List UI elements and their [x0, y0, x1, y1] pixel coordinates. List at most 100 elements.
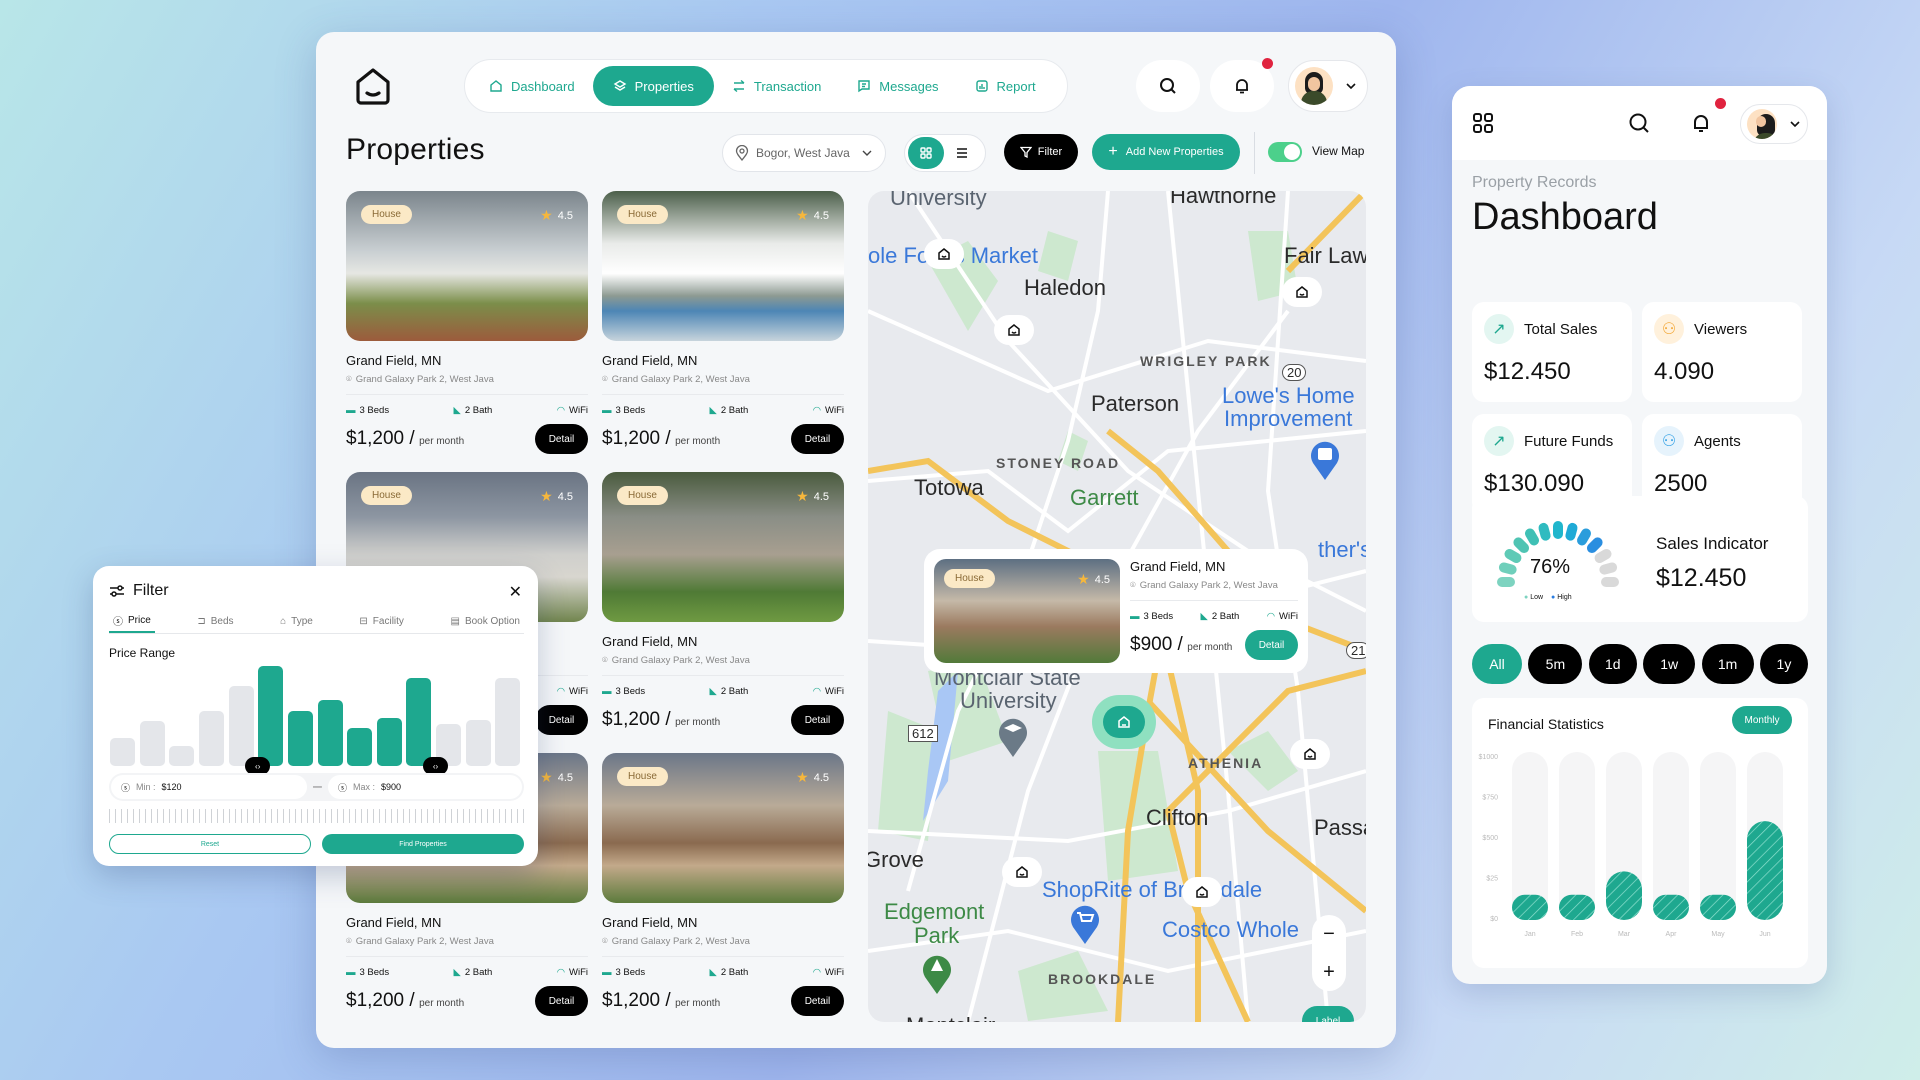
property-pin[interactable] [1282, 277, 1322, 307]
min-price-input[interactable]: ⓢ Min : $120 [111, 775, 307, 799]
nav-label: Transaction [753, 78, 822, 94]
star-icon: ★ [796, 769, 809, 785]
nav-properties[interactable]: Properties [592, 66, 714, 106]
monthly-toggle[interactable]: Monthly [1732, 706, 1792, 734]
search-button[interactable] [1136, 60, 1200, 112]
beds-text: 3 Beds [615, 686, 646, 697]
trend-icon: ↗ [1484, 426, 1514, 456]
dashboard-subtitle: Property Records [1472, 174, 1597, 191]
star-icon: ★ [540, 207, 553, 223]
bar-track [1700, 752, 1736, 920]
property-name: Grand Field, MN [602, 353, 698, 368]
detail-button[interactable]: Detail [1245, 630, 1298, 660]
bed-icon: ▬ [346, 967, 356, 978]
star-icon: ★ [796, 207, 809, 223]
sliders-icon [110, 585, 124, 597]
property-card[interactable]: House ★ 4.5 Grand Field, MN ⌾Grand Galaxy… [346, 191, 588, 461]
financial-chart: $0 $25 $500 $750 $1000 Jan Feb Mar Apr May Jun [1479, 752, 1783, 938]
detail-button[interactable]: Detail [535, 424, 588, 454]
map[interactable]: University Hawthorne ole Foods Market Fa… [868, 191, 1366, 1022]
tab-label: Facility [372, 616, 404, 627]
max-price-input[interactable]: ⓢ Max : $900 [328, 775, 522, 799]
map-property-popup[interactable]: House ★ 4.5 Grand Field, MN ⌾ Grand Galaxy… [924, 549, 1308, 673]
home-icon [490, 80, 502, 92]
list-icon [957, 148, 967, 158]
grid-view-button[interactable] [908, 137, 944, 169]
location-select[interactable]: Bogor, West Java [722, 134, 886, 172]
period-1m[interactable]: 1m [1701, 644, 1754, 684]
bed-icon: ▬ [602, 686, 612, 697]
wifi-text: WiFi [825, 967, 844, 978]
features: ▬3 Beds ◣2 Bath ◠ WiFi [346, 967, 588, 978]
tab-price[interactable]: ⓢ Price [109, 610, 155, 633]
fin-title: Financial Statistics [1488, 716, 1604, 732]
features: ▬3 Beds ◣2 Bath ◠ WiFi [602, 967, 844, 978]
dashboard-title: Dashboard [1472, 196, 1658, 238]
zoom-out-button[interactable]: − [1323, 923, 1335, 946]
search-icon[interactable] [1628, 112, 1650, 134]
x-tick-label: Mar [1618, 931, 1631, 938]
period-1y[interactable]: 1y [1759, 644, 1808, 684]
view-map-toggle[interactable] [1268, 142, 1302, 162]
property-card[interactable]: House ★ 4.5 Grand Field, MN ⌾Grand Galaxy… [602, 191, 844, 461]
y-tick-label: $500 [1482, 835, 1498, 842]
add-property-button[interactable]: + Add New Properties [1092, 134, 1240, 170]
profile-menu[interactable] [1740, 104, 1808, 144]
wifi-text: WiFi [1279, 611, 1298, 622]
histogram-bar [406, 678, 432, 766]
detail-button[interactable]: Detail [791, 705, 844, 735]
route-shield: 20 [1282, 364, 1307, 381]
list-view-button[interactable] [944, 137, 980, 169]
label-button[interactable]: Label [1302, 1006, 1354, 1022]
find-properties-button[interactable]: Find Properties [322, 834, 524, 854]
property-pin[interactable] [924, 239, 964, 269]
detail-button[interactable]: Detail [791, 424, 844, 454]
tab-type[interactable]: ⌂ Type [276, 610, 317, 633]
nav-report[interactable]: Report [957, 66, 1054, 106]
nav-transaction[interactable]: Transaction [714, 66, 839, 106]
period-5m[interactable]: 5m [1528, 644, 1583, 684]
property-card[interactable]: House ★ 4.5 Grand Field, MN ⌾Grand Galaxy… [602, 472, 844, 742]
filter-button[interactable]: Filter [1004, 134, 1078, 170]
map-label: Haledon [1024, 275, 1106, 300]
property-pin[interactable] [1182, 877, 1222, 907]
property-pin[interactable] [1290, 739, 1330, 769]
filter-title-text: Filter [133, 582, 169, 599]
price: $1,200 / [602, 709, 671, 730]
period-1w[interactable]: 1w [1643, 644, 1696, 684]
layers-icon [613, 80, 626, 91]
beds-text: 3 Beds [615, 967, 646, 978]
features: ▬3 Beds ◣2 Bath ◠ WiFi [602, 686, 844, 697]
property-card[interactable]: House ★ 4.5 Grand Field, MN ⌾Grand Galaxy… [602, 753, 844, 1023]
property-pin[interactable] [994, 315, 1034, 345]
stat-card: ⚇ Viewers 4.090 [1642, 302, 1802, 402]
nav-messages[interactable]: Messages [839, 66, 956, 106]
properties-window: Dashboard Properties Transaction Message… [316, 32, 1396, 1048]
chevron-down-icon [1790, 121, 1800, 128]
period-All[interactable]: All [1472, 644, 1522, 684]
chevron-down-icon [862, 150, 872, 156]
detail-button[interactable]: Detail [535, 986, 588, 1016]
beds: ▬3 Beds [346, 405, 389, 416]
reset-button[interactable]: Reset [109, 834, 311, 854]
detail-button[interactable]: Detail [535, 705, 588, 735]
profile-menu[interactable] [1288, 60, 1368, 112]
features: ▬3 Beds ◣2 Bath ◠ WiFi [346, 405, 588, 416]
detail-button[interactable]: Detail [791, 986, 844, 1016]
nav-dashboard[interactable]: Dashboard [471, 66, 593, 106]
tab-facility[interactable]: ⊟ Facility [355, 610, 408, 633]
close-icon[interactable]: ✕ [509, 582, 522, 602]
selected-property-pin[interactable] [1092, 695, 1156, 749]
bell-icon[interactable] [1690, 112, 1712, 134]
period-1d[interactable]: 1d [1588, 644, 1637, 684]
bath-text: 2 Bath [720, 405, 749, 416]
zoom-in-button[interactable]: + [1323, 961, 1335, 984]
legend-low-text: Low [1530, 594, 1544, 601]
tab-book-option[interactable]: ▤ Book Option [446, 610, 524, 633]
house-icon [1296, 286, 1308, 298]
tab-beds[interactable]: ⊐ Beds [193, 610, 237, 633]
property-pin[interactable] [1002, 857, 1042, 887]
apps-grid-icon[interactable] [1472, 112, 1494, 134]
notifications-button[interactable] [1210, 58, 1274, 112]
route-shield: 21 [1346, 642, 1366, 659]
